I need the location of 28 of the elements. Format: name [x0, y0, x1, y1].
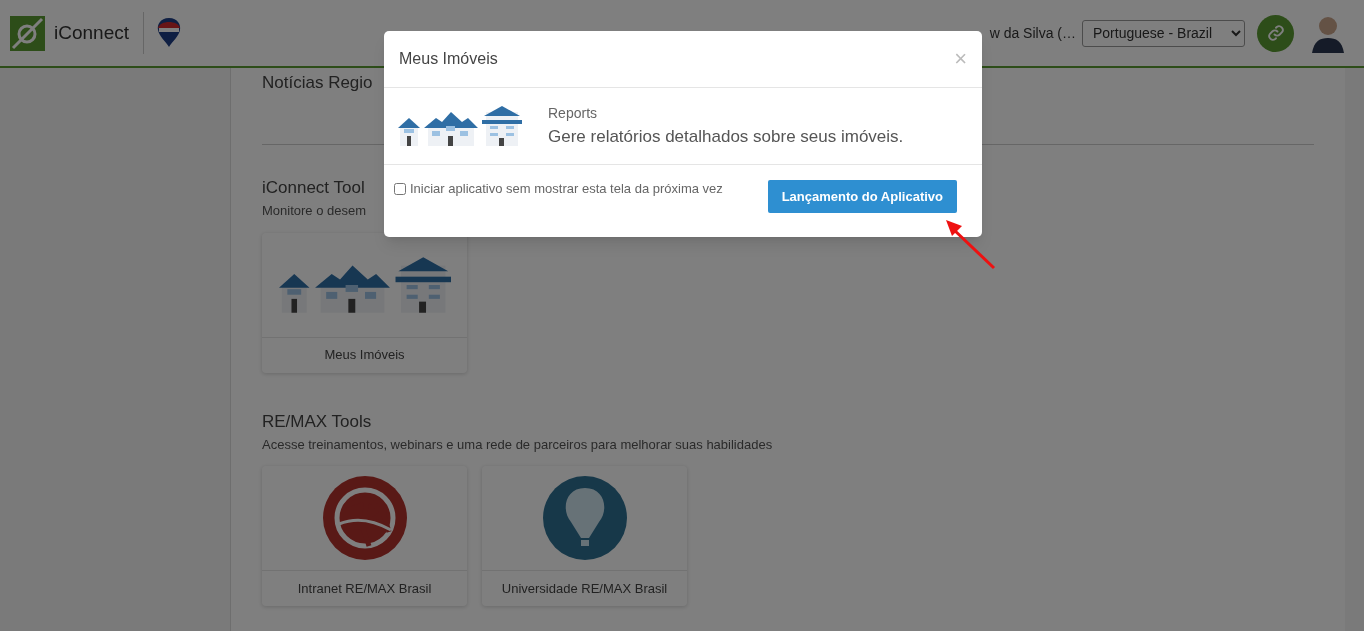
app-card[interactable]: Universidade RE/MAX Brasil — [482, 466, 687, 606]
app-card[interactable]: Meus Imóveis — [262, 232, 467, 373]
logo-icon — [10, 15, 45, 51]
section-title: RE/MAX Tools — [262, 410, 372, 433]
card-label: Intranet RE/MAX Brasil — [297, 579, 432, 598]
user-name: w da Silva (… — [989, 23, 1076, 43]
app-name: iConnect — [54, 20, 129, 45]
section-title: iConnect Tool — [262, 177, 365, 199]
section-subtitle: Acesse treinamentos, webinars e uma rede de parceiros para melhorar suas habilidades — [262, 435, 773, 454]
app-category: Reports — [548, 103, 599, 123]
balloon-icon — [542, 476, 627, 560]
launch-button[interactable]: Lançamento do Aplicativo — [767, 180, 957, 213]
language-select[interactable]: Portuguese - Brazil — [1082, 19, 1245, 47]
link-button[interactable] — [1257, 14, 1294, 52]
card-label: Universidade RE/MAX Brasil — [501, 579, 668, 598]
app-card[interactable]: Intranet RE/MAX Brasil — [262, 466, 467, 606]
annotation-arrow — [944, 218, 996, 270]
modal-title: Meus Imóveis — [399, 49, 498, 69]
section-subtitle: Monitore o desem — [262, 202, 367, 220]
globe-network-icon — [322, 476, 407, 560]
dont-show-checkbox[interactable] — [394, 183, 406, 195]
section-title: Notícias Regio — [262, 72, 373, 94]
link-icon — [1266, 24, 1285, 42]
checkbox-label: Iniciar aplicativo sem mostrar esta tela da próxima vez — [410, 180, 723, 198]
app-description: Gere relatórios detalhados sobre seus imóveis. — [548, 125, 904, 148]
card-label: Meus Imóveis — [324, 346, 405, 365]
houses-icon — [398, 104, 522, 148]
balloon-logo-icon — [156, 17, 182, 49]
